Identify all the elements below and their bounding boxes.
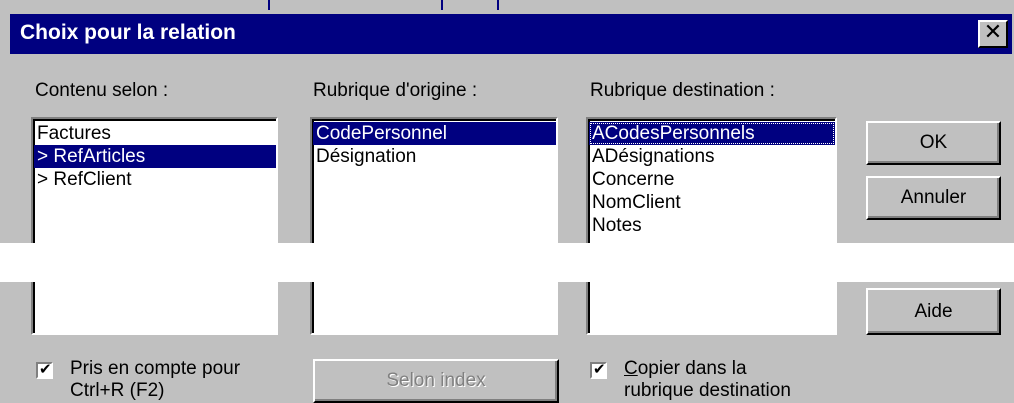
- list-item[interactable]: NomClient: [589, 191, 835, 214]
- close-button[interactable]: ✕: [978, 20, 1008, 48]
- ok-button[interactable]: OK: [866, 121, 1001, 165]
- copier-mnemonic: C: [624, 358, 638, 379]
- copier-label: Copier dans la rubrique destination: [624, 358, 791, 402]
- list-item-selected[interactable]: ACodesPersonnels: [589, 122, 835, 145]
- pris-en-compte-checkbox[interactable]: [36, 360, 53, 379]
- list-item-selected[interactable]: > RefArticles: [34, 145, 276, 168]
- cropped-band: [0, 243, 1014, 282]
- top-edge-mark: [268, 0, 270, 10]
- list-item[interactable]: ADésignations: [589, 145, 835, 168]
- copier-checkbox[interactable]: [590, 360, 607, 379]
- rubrique-destination-label: Rubrique destination :: [590, 80, 775, 101]
- title-bar: Choix pour la relation ✕: [10, 14, 1012, 54]
- relation-dialog: Choix pour la relation ✕ Contenu selon :…: [0, 0, 1014, 403]
- contenu-selon-list[interactable]: Factures > RefArticles > RefClient: [31, 117, 278, 335]
- pris-en-compte-label: Pris en compte pour Ctrl+R (F2): [70, 358, 240, 402]
- list-item-selected[interactable]: CodePersonnel: [313, 122, 556, 145]
- copier-line1: Copier dans la: [624, 358, 791, 380]
- annuler-button[interactable]: Annuler: [866, 176, 1001, 220]
- contenu-selon-label: Contenu selon :: [35, 80, 169, 101]
- rubrique-origine-label: Rubrique d'origine :: [313, 80, 478, 101]
- list-item[interactable]: > RefClient: [34, 168, 276, 191]
- rubrique-destination-list[interactable]: ACodesPersonnels ADésignations Concerne …: [586, 117, 837, 335]
- copier-line1-text: opier dans la: [637, 358, 747, 379]
- list-item[interactable]: Concerne: [589, 168, 835, 191]
- top-edge-mark: [441, 0, 443, 10]
- rubrique-origine-list[interactable]: CodePersonnel Désignation: [310, 117, 558, 335]
- list-item[interactable]: Désignation: [313, 145, 556, 168]
- selon-index-button[interactable]: Selon index: [313, 359, 559, 403]
- top-edge-mark: [497, 0, 499, 10]
- list-item[interactable]: Factures: [34, 122, 276, 145]
- close-icon: ✕: [983, 20, 1003, 45]
- list-item[interactable]: Notes: [589, 214, 835, 237]
- pris-en-compte-line1: Pris en compte pour: [70, 358, 241, 379]
- copier-line2: rubrique destination: [624, 380, 791, 401]
- dialog-title: Choix pour la relation: [20, 21, 236, 44]
- aide-button[interactable]: Aide: [866, 288, 1001, 335]
- pris-en-compte-line2: Ctrl+R (F2): [70, 380, 165, 401]
